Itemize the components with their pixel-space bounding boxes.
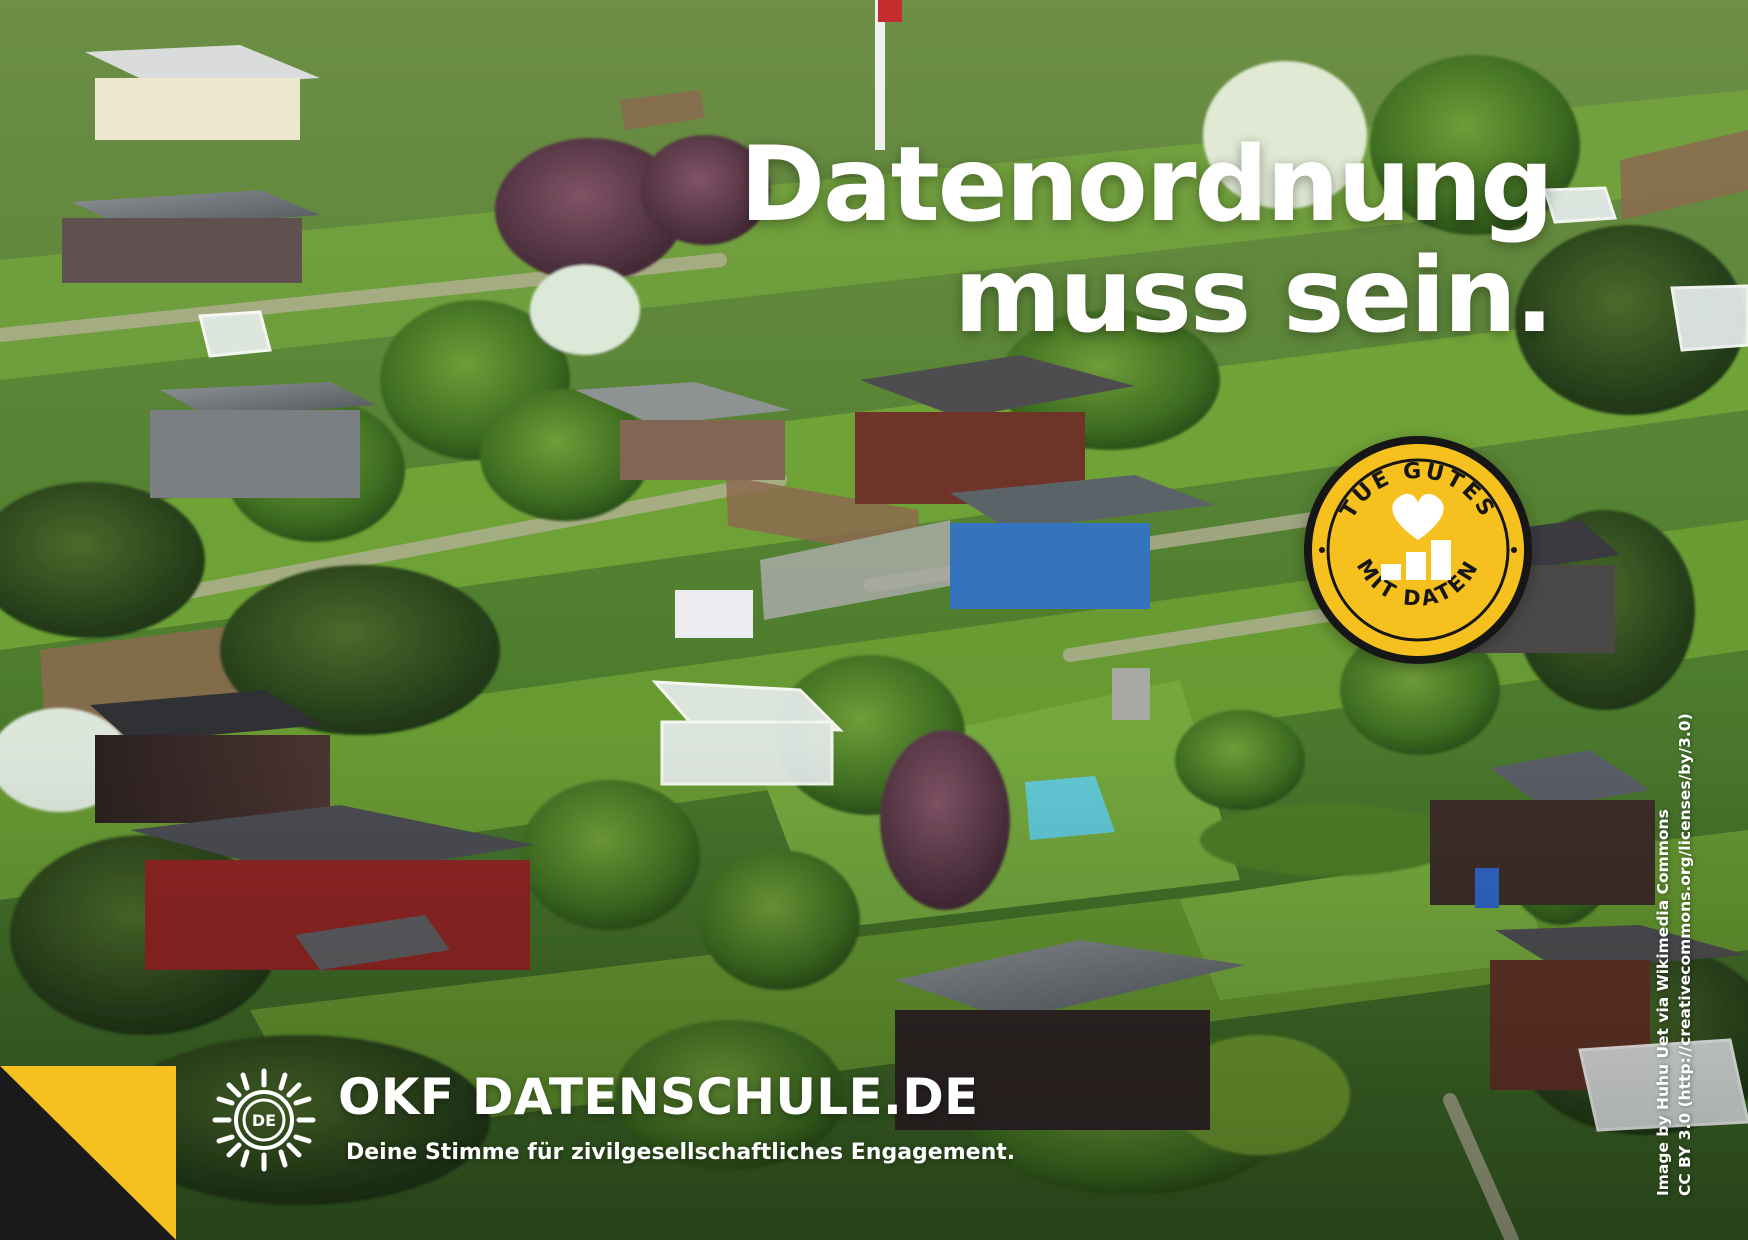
badge-right-dot xyxy=(1511,547,1517,553)
brand-name: OKF DATENSCHULE.DE xyxy=(338,1068,979,1126)
datenschule-logo-icon: DE xyxy=(212,1068,316,1172)
credit-line-1: Image by Huhu Uet via Wikimedia Commons xyxy=(1654,809,1672,1196)
okf-corner-mark xyxy=(0,1066,176,1240)
headline: Datenordnung muss sein. xyxy=(572,125,1554,357)
headline-line-2: muss sein. xyxy=(953,236,1554,357)
credit-line-2: CC BY 3.0 (http://creativecommons.org/li… xyxy=(1676,713,1695,1196)
logo-de-text: DE xyxy=(252,1111,276,1130)
image-credit: Image by Huhu Uet via Wikimedia Commons … xyxy=(1652,713,1697,1196)
tue-gutes-badge: TUE GUTES MIT DATEN xyxy=(1298,430,1538,670)
badge-left-dot xyxy=(1319,547,1325,553)
headline-line-1: Datenordnung xyxy=(739,125,1554,245)
okf-datenschule-brand: DE OKF DATENSCHULE.DE Deine Stimme für z… xyxy=(212,1066,1212,1176)
brand-tagline: Deine Stimme für zivilgesellschaftliches… xyxy=(346,1140,1016,1165)
